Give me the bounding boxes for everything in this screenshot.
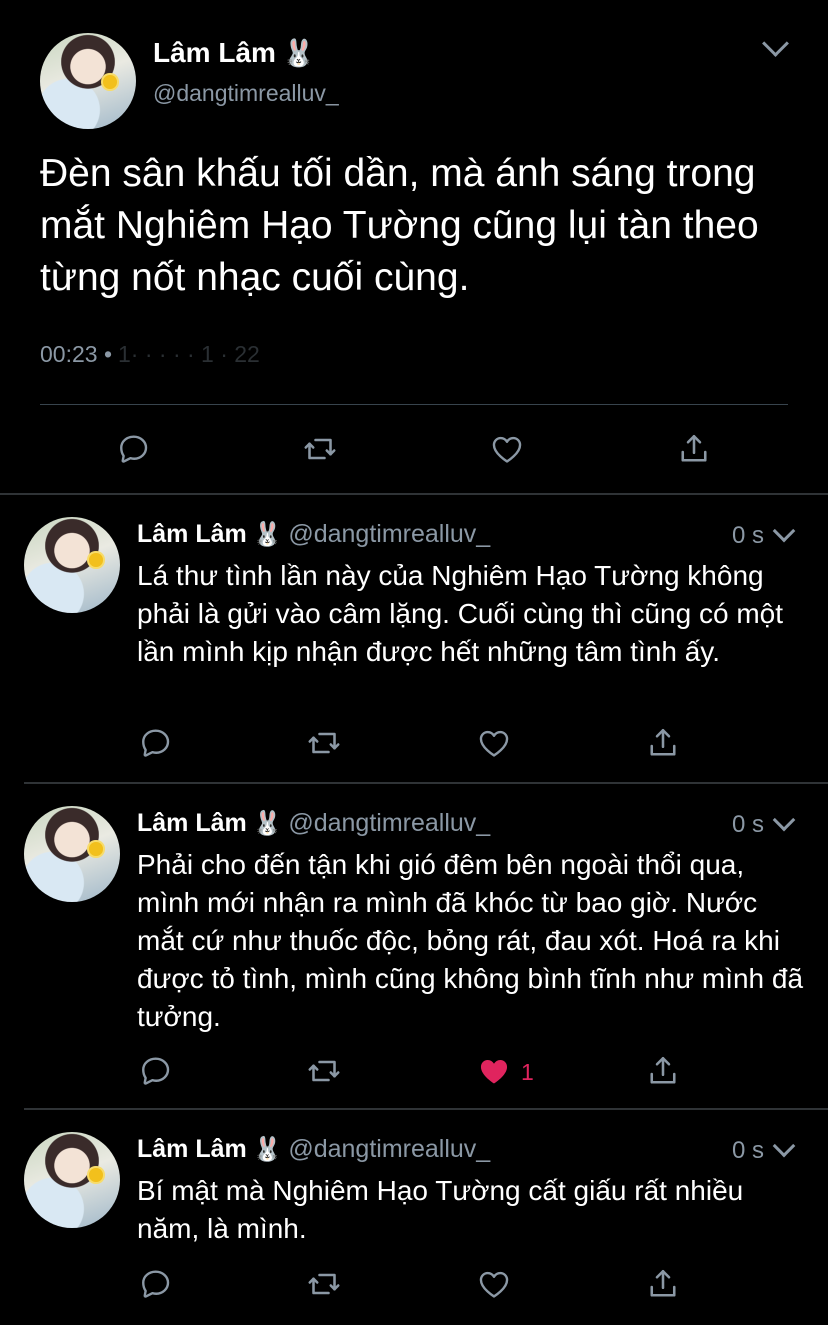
avatar[interactable] bbox=[24, 806, 120, 902]
author-name[interactable]: Lâm Lâm bbox=[137, 809, 247, 837]
share-icon[interactable] bbox=[645, 725, 681, 761]
reply-icon[interactable] bbox=[138, 725, 174, 761]
reply-header: Lâm Lâm 🐰 @dangtimrealluv_ bbox=[137, 809, 490, 838]
share-icon[interactable] bbox=[676, 431, 712, 467]
retweet-icon[interactable] bbox=[306, 1053, 342, 1089]
chevron-down-icon[interactable] bbox=[772, 519, 796, 543]
author-handle[interactable]: @dangtimrealluv_ bbox=[288, 809, 490, 837]
bunny-emoji: 🐰 bbox=[252, 521, 283, 548]
author-handle[interactable]: @dangtimrealluv_ bbox=[288, 1135, 490, 1163]
bunny-emoji: 🐰 bbox=[252, 810, 283, 837]
reply-tweet[interactable]: Lâm Lâm 🐰 @dangtimrealluv_ 0 s Bí mật mà N… bbox=[0, 1110, 828, 1325]
author-name[interactable]: Lâm Lâm bbox=[137, 520, 247, 548]
reply-time: 0 s bbox=[731, 522, 764, 549]
avatar[interactable] bbox=[24, 1132, 120, 1228]
bunny-emoji: 🐰 bbox=[281, 38, 316, 68]
bunny-emoji: 🐰 bbox=[252, 1136, 283, 1163]
tweet-text: Lá thư tình lần này của Nghiêm Hạo Tường… bbox=[137, 560, 783, 667]
tweet-text: Phải cho đến tận khi gió đêm bên ngoài t… bbox=[137, 849, 804, 1032]
reply-time: 0 s bbox=[731, 1137, 764, 1164]
like-icon-active[interactable] bbox=[476, 1053, 512, 1089]
reply-tweet[interactable]: Lâm Lâm 🐰 @dangtimrealluv_ 0 s Lá thư tình… bbox=[0, 495, 828, 782]
chevron-down-icon[interactable] bbox=[772, 1134, 796, 1158]
tweet-text: Đèn sân khấu tối dần, mà ánh sáng trong … bbox=[40, 152, 759, 299]
reply-icon[interactable] bbox=[116, 431, 152, 467]
like-count: 1 bbox=[521, 1059, 534, 1085]
retweet-icon[interactable] bbox=[302, 431, 338, 467]
reply-icon[interactable] bbox=[138, 1266, 174, 1302]
chevron-down-icon[interactable] bbox=[772, 808, 796, 832]
chevron-down-icon[interactable] bbox=[762, 30, 789, 57]
avatar[interactable] bbox=[40, 33, 136, 129]
reply-icon[interactable] bbox=[138, 1053, 174, 1089]
tweet-text: Bí mật mà Nghiêm Hạo Tường cất giấu rất … bbox=[137, 1175, 744, 1244]
like-icon[interactable] bbox=[476, 1266, 512, 1302]
share-icon[interactable] bbox=[645, 1053, 681, 1089]
divider bbox=[40, 404, 788, 405]
avatar[interactable] bbox=[24, 517, 120, 613]
tweet-timestamp: 00:23 • 1· · · · · 1 · 22 bbox=[40, 341, 260, 367]
reply-header: Lâm Lâm 🐰 @dangtimrealluv_ bbox=[137, 1135, 490, 1164]
author-name[interactable]: Lâm Lâm 🐰 bbox=[153, 37, 315, 69]
retweet-icon[interactable] bbox=[306, 725, 342, 761]
main-tweet: Lâm Lâm 🐰 @dangtimrealluv_ Đèn sân khấu t… bbox=[0, 0, 828, 493]
author-handle[interactable]: @dangtimrealluv_ bbox=[288, 520, 490, 548]
like-icon[interactable] bbox=[489, 431, 525, 467]
reply-time: 0 s bbox=[731, 811, 764, 838]
obscured-date: 1· · · · · 1 · 22 bbox=[118, 341, 260, 367]
like-icon[interactable] bbox=[476, 725, 512, 761]
author-handle[interactable]: @dangtimrealluv_ bbox=[153, 80, 339, 107]
reply-header: Lâm Lâm 🐰 @dangtimrealluv_ bbox=[137, 520, 490, 549]
reply-tweet[interactable]: Lâm Lâm 🐰 @dangtimrealluv_ 0 s Phải cho đế… bbox=[0, 784, 828, 1108]
share-icon[interactable] bbox=[645, 1266, 681, 1302]
retweet-icon[interactable] bbox=[306, 1266, 342, 1302]
author-name[interactable]: Lâm Lâm bbox=[137, 1135, 247, 1163]
